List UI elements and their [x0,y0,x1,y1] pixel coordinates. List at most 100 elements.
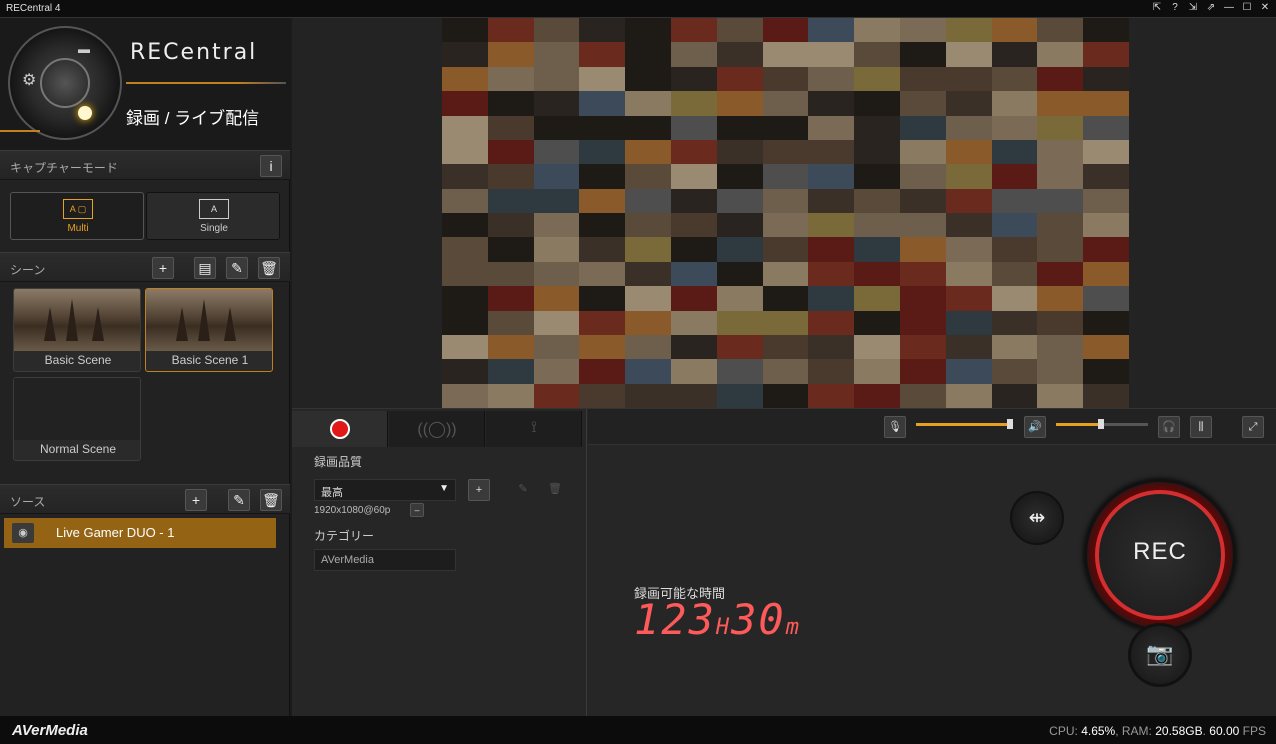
mode-title: 録画 / ライブ配信 [126,109,260,128]
preview-pixel [1083,383,1129,408]
single-mode-label: Single [200,223,228,234]
headphones-icon[interactable]: 🎧 [1158,416,1180,438]
broadcast-icon: ((◯)) [417,421,457,438]
multi-mode-button[interactable]: A ▢ Multi [10,192,144,240]
rec-button[interactable]: REC [1084,479,1236,631]
preview-pixel [854,359,900,384]
preview-pixel [762,237,809,262]
pin-icon[interactable]: ⇱ [1152,2,1162,13]
close-button[interactable]: ✕ [1260,2,1270,13]
add-quality-button[interactable]: + [468,479,490,501]
edit-scene-button[interactable]: ✎ [226,257,248,279]
fullscreen-icon[interactable]: ⤢ [1242,416,1264,438]
scene-card-selected[interactable]: Basic Scene 1 [145,288,273,372]
preview-pixel [716,188,763,213]
add-scene-button[interactable]: + [152,257,174,279]
help-icon[interactable]: ? [1170,2,1180,13]
preview-pixel [670,213,717,238]
mixer-icon[interactable]: ⫼ [1190,416,1212,438]
gear-icon[interactable]: ⚙ [22,70,36,90]
preview-pixel [579,213,626,238]
preview-pixel [945,334,992,360]
preview-pixel [579,310,626,335]
preview-pixel [899,383,946,408]
preview-pixel [533,115,580,140]
preview-pixel [533,18,580,43]
tab-record[interactable] [292,411,388,447]
status-bar: AVerMedia CPU: 4.65%, RAM: 20.58GB. 60.0… [0,716,1276,744]
preview-pixel [670,66,717,92]
edit-quality-button[interactable]: ✎ [512,479,534,501]
preview-pixel [579,115,626,140]
preview-pixel [899,18,946,43]
preview-pixel [1083,310,1129,335]
preview-pixel [1083,359,1129,384]
preview-pixel [1037,42,1084,67]
resolution-more-button[interactable]: – [410,503,424,517]
scene-card[interactable]: Basic Scene [13,288,141,372]
preview-pixel [533,383,580,408]
mic-icon[interactable]: 🎙 [884,416,906,438]
preview-pixel [670,42,717,67]
preview-pixel [991,42,1038,67]
source-item[interactable]: ◉ Live Gamer DUO - 1 [4,518,276,548]
info-button[interactable]: i [260,155,282,177]
save-scene-button[interactable]: ▤ [194,257,216,279]
preview-pixel [1037,188,1084,213]
preview-pixel [1083,164,1129,189]
preview-pixel [487,164,534,189]
preview-pixel [670,115,717,140]
tab-network[interactable]: ⟟ [486,411,582,447]
maximize-button[interactable]: ☐ [1242,2,1252,13]
quality-value: 最高 [321,487,343,499]
preview-pixel [533,237,580,262]
expand-icon[interactable]: ⇗ [1206,2,1216,13]
preview-pixel [716,286,763,311]
preview-pixel [808,42,855,67]
delete-scene-button[interactable]: 🗑 [258,257,280,279]
quality-select[interactable]: 最高 ▼ [314,479,456,501]
preview-pixel [487,18,534,43]
preview-pixel [670,261,717,287]
preview-pixel [442,115,488,140]
speaker-volume-slider[interactable] [1056,419,1148,431]
preview-pixel [716,18,763,43]
tab-stream[interactable]: ((◯)) [389,411,485,447]
preview-pixel [716,66,763,92]
preview-pixel [762,91,809,116]
preview-pixel [487,91,534,116]
eye-icon[interactable]: ◉ [12,523,34,543]
speaker-icon[interactable]: 🔊 [1024,416,1046,438]
mic-volume-slider[interactable] [916,419,1013,431]
swap-icon[interactable]: ⇹ [1010,491,1064,545]
category-field[interactable]: AVerMedia [314,549,456,571]
cpu-value: 4.65% [1081,724,1116,738]
folder-icon[interactable]: ▬ [78,42,90,56]
window-title: RECentral 4 [6,3,61,14]
single-mode-icon: A [199,199,229,219]
preview-pixel [899,42,946,67]
multi-mode-icon: A ▢ [63,199,93,219]
preview-pixel [854,18,900,43]
delete-quality-button[interactable]: 🗑 [544,479,566,501]
preview-pixel [625,383,671,408]
preview-pixel [625,18,671,43]
camera-icon[interactable]: 📷 [1128,623,1192,687]
edit-source-button[interactable]: ✎ [228,489,250,511]
preview-pixel [1083,18,1129,43]
minimize-button[interactable]: — [1224,2,1234,13]
preview-pixel [533,286,580,311]
preview-pixel [899,310,946,335]
delete-source-button[interactable]: 🗑 [260,489,282,511]
mode-dial[interactable]: ⚙ ▬ [8,26,122,140]
add-source-button[interactable]: + [185,489,207,511]
pin-icon-2[interactable]: ⇲ [1188,2,1198,13]
preview-pixel [991,359,1038,384]
scene-card[interactable]: Normal Scene [13,377,141,461]
preview-pixel [625,359,671,384]
preview-pixel [533,310,580,335]
preview-pixel [1037,115,1084,140]
preview-pixel [625,310,671,335]
preview-pixel [625,334,671,360]
single-mode-button[interactable]: A Single [146,192,280,240]
